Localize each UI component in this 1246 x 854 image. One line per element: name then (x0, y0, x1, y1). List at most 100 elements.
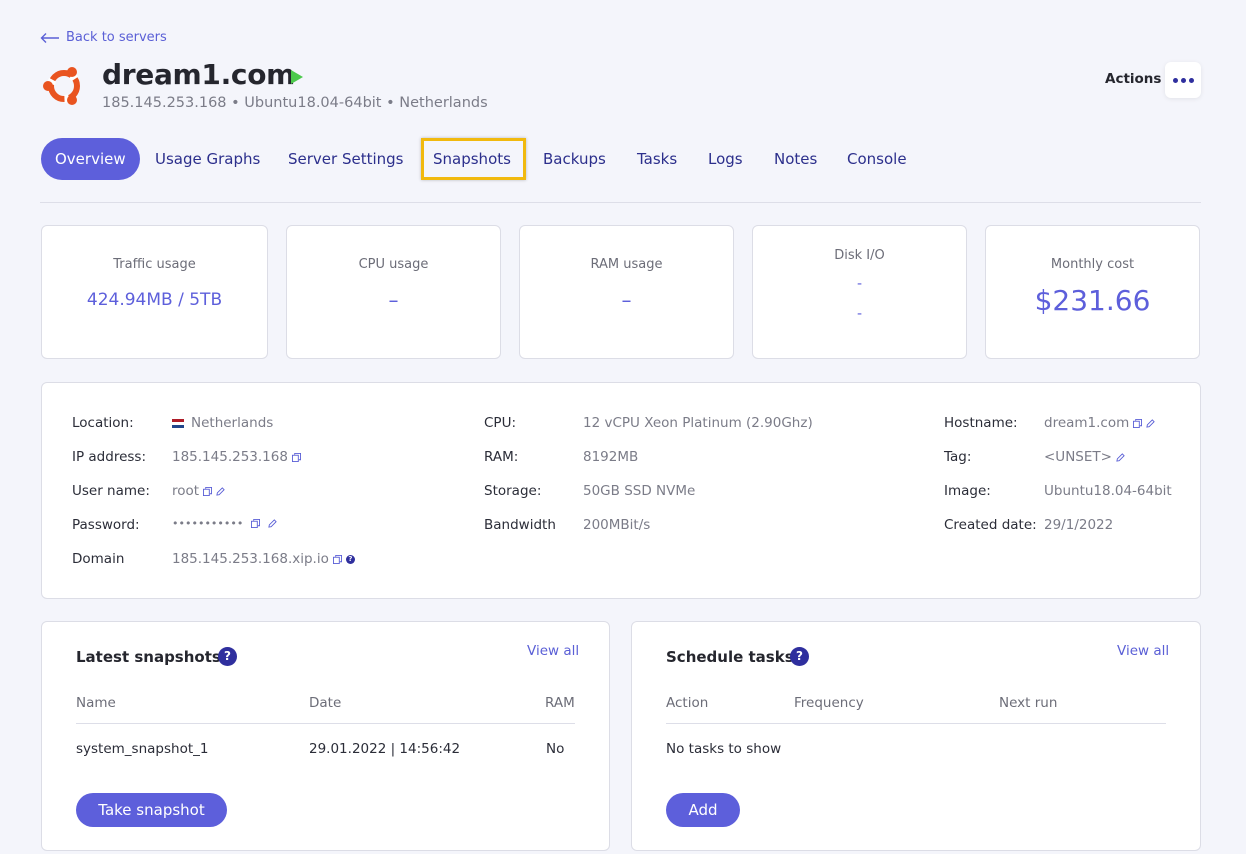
info-value: Netherlands (191, 415, 274, 431)
column-header: Next run (999, 695, 1058, 711)
info-key: Location: (72, 415, 134, 431)
tabs-divider (40, 202, 1201, 203)
stat-value: 424.94MB / 5TB (86, 290, 223, 310)
info-value: ••••••••••• (172, 517, 244, 530)
stat-value: - (856, 306, 863, 322)
column-header: Date (309, 695, 342, 711)
info-domain: 185.145.253.168.xip.io ? (172, 551, 355, 567)
empty-tasks-message: No tasks to show (666, 741, 782, 757)
edit-icon[interactable] (1116, 452, 1125, 462)
tab-server-settings[interactable]: Server Settings (288, 138, 403, 180)
info-key: Created date: (944, 517, 1037, 533)
info-value: 8192MB (583, 449, 639, 465)
running-status-icon (291, 70, 303, 84)
stat-label: RAM usage (590, 257, 663, 272)
tab-backups[interactable]: Backups (543, 138, 606, 180)
copy-icon[interactable] (332, 554, 342, 564)
monthly-cost-card: Monthly cost $231.66 (985, 225, 1200, 359)
help-icon[interactable]: ? (345, 554, 355, 564)
info-value: 200MBit/s (583, 517, 651, 533)
tab-usage-graphs[interactable]: Usage Graphs (155, 138, 260, 180)
edit-icon[interactable] (1146, 418, 1156, 428)
info-key: Domain (72, 551, 125, 567)
actions-menu-button[interactable] (1165, 62, 1201, 98)
info-key: Password: (72, 517, 140, 533)
stat-label: Traffic usage (113, 257, 196, 272)
stat-value: - (856, 276, 863, 292)
stat-value: – (388, 288, 399, 312)
info-username: root (172, 483, 225, 499)
info-key: Bandwidth (484, 517, 556, 533)
help-icon[interactable]: ? (218, 647, 237, 666)
info-password: ••••••••••• (172, 517, 278, 530)
stat-label: Disk I/O (834, 248, 885, 263)
info-value: 29/1/2022 (1044, 517, 1114, 533)
info-key: Image: (944, 483, 991, 499)
column-header: Action (666, 695, 709, 711)
tab-logs[interactable]: Logs (708, 138, 743, 180)
info-key: User name: (72, 483, 150, 499)
info-key: CPU: (484, 415, 516, 431)
server-subtitle: 185.145.253.168 • Ubuntu18.04-64bit • Ne… (102, 95, 488, 111)
add-task-button[interactable]: Add (666, 793, 740, 827)
info-ip: 185.145.253.168 (172, 449, 301, 465)
info-value: 185.145.253.168.xip.io (172, 551, 329, 567)
ubuntu-logo-icon (43, 67, 81, 105)
info-value: Ubuntu18.04-64bit (1044, 483, 1172, 499)
tab-notes[interactable]: Notes (774, 138, 817, 180)
edit-icon[interactable] (268, 519, 278, 528)
stat-value: – (621, 288, 632, 312)
info-location: Netherlands (172, 415, 273, 431)
tasks-view-all-link[interactable]: View all (1117, 643, 1169, 659)
panel-title: Schedule tasks (666, 648, 794, 666)
info-value: 50GB SSD NVMe (583, 483, 696, 499)
tab-console[interactable]: Console (847, 138, 907, 180)
snapshot-date: 29.01.2022 | 14:56:42 (309, 741, 461, 757)
info-key: RAM: (484, 449, 519, 465)
info-tag: <UNSET> (1044, 449, 1125, 465)
server-name: dream1.com (102, 58, 296, 91)
disk-io-card: Disk I/O - - (752, 225, 967, 359)
info-value: 12 vCPU Xeon Platinum (2.90Ghz) (583, 415, 813, 431)
table-divider (76, 723, 575, 724)
traffic-usage-card: Traffic usage 424.94MB / 5TB (41, 225, 268, 359)
back-link-label: Back to servers (66, 30, 167, 45)
help-icon[interactable]: ? (790, 647, 809, 666)
cpu-usage-card: CPU usage – (286, 225, 501, 359)
column-header: Name (76, 695, 116, 711)
info-key: Hostname: (944, 415, 1018, 431)
table-divider (666, 723, 1166, 724)
stat-label: CPU usage (358, 257, 429, 272)
arrow-left-icon (40, 32, 59, 43)
column-header: RAM (545, 695, 575, 711)
stat-label: Monthly cost (1050, 257, 1135, 272)
stat-value: $231.66 (1034, 284, 1151, 317)
snapshot-ram: No (546, 741, 565, 757)
take-snapshot-button[interactable]: Take snapshot (76, 793, 227, 827)
netherlands-flag-icon (172, 418, 184, 428)
copy-icon[interactable] (251, 519, 261, 528)
tab-tasks[interactable]: Tasks (637, 138, 677, 180)
back-to-servers-link[interactable]: Back to servers (40, 30, 167, 45)
info-value: 185.145.253.168 (172, 449, 288, 465)
info-key: IP address: (72, 449, 146, 465)
snapshots-view-all-link[interactable]: View all (527, 643, 579, 659)
info-value: dream1.com (1044, 415, 1130, 431)
edit-icon[interactable] (216, 486, 225, 496)
copy-icon[interactable] (1133, 418, 1143, 428)
info-key: Tag: (944, 449, 972, 465)
copy-icon[interactable] (291, 452, 301, 462)
ram-usage-card: RAM usage – (519, 225, 734, 359)
info-value: <UNSET> (1044, 449, 1112, 465)
snapshot-name: system_snapshot_1 (76, 741, 209, 757)
info-hostname: dream1.com (1044, 415, 1156, 431)
copy-icon[interactable] (203, 486, 213, 496)
info-value: root (172, 483, 200, 499)
actions-label: Actions (1105, 71, 1162, 87)
tab-overview[interactable]: Overview (41, 138, 140, 180)
more-dots-icon (1172, 77, 1178, 83)
panel-title: Latest snapshots (76, 648, 221, 666)
info-key: Storage: (484, 483, 542, 499)
tab-snapshots[interactable]: Snapshots (421, 138, 526, 180)
column-header: Frequency (794, 695, 864, 711)
